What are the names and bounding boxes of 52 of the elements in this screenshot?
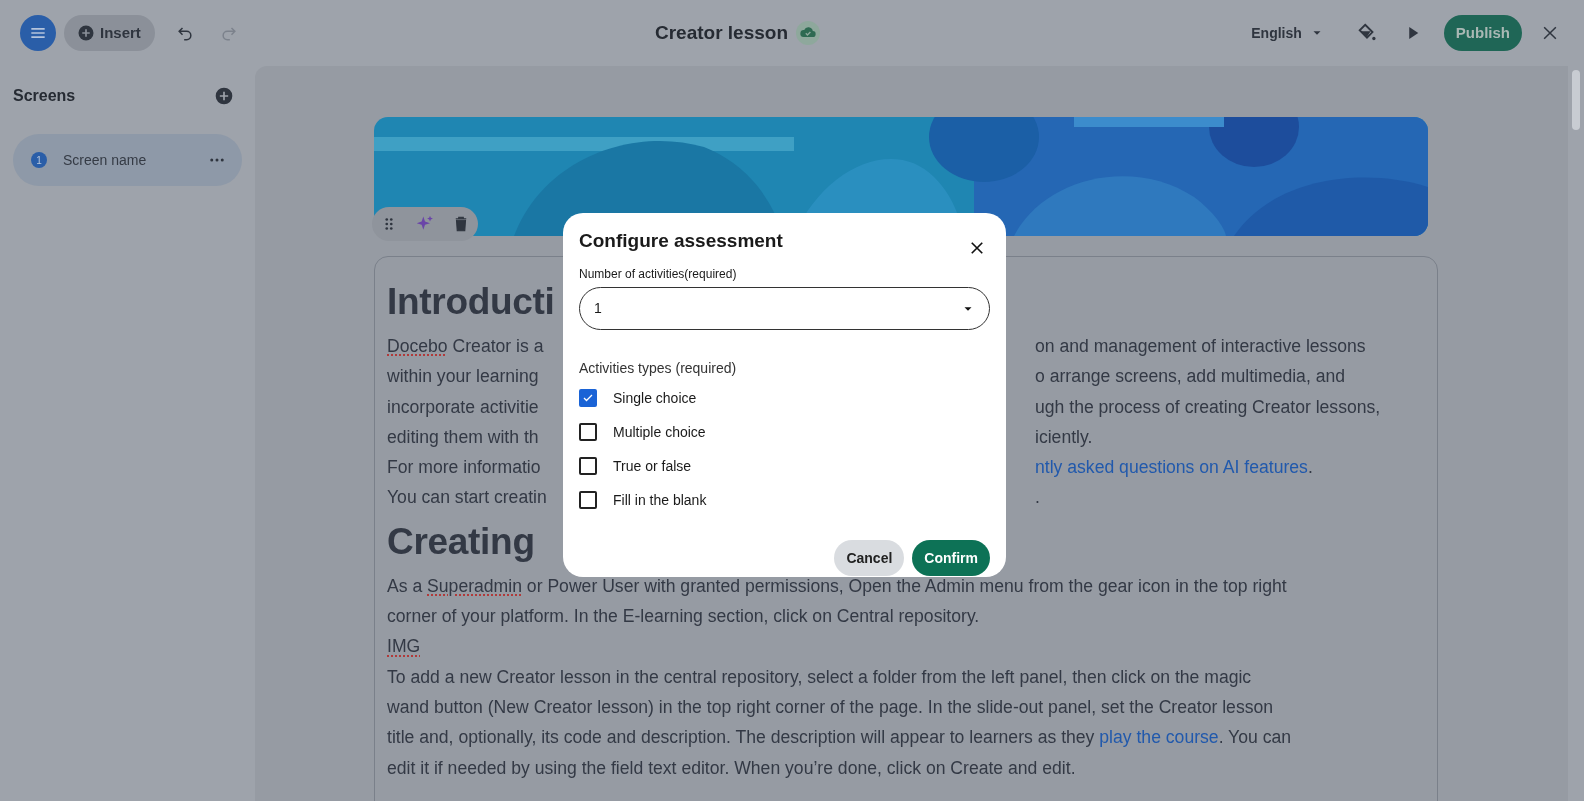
paragraph-line: within your learning bbox=[387, 365, 540, 389]
paragraph-line: IMG bbox=[387, 636, 421, 657]
checkbox-label: Multiple choice bbox=[613, 422, 706, 442]
paragraph-line: on and management of interactive lessons bbox=[1035, 335, 1367, 358]
checkbox[interactable] bbox=[579, 389, 597, 407]
paragraph-line: For more informatio bbox=[387, 456, 542, 480]
heading: Introducti bbox=[387, 280, 555, 324]
sidebar-title: Screens bbox=[13, 86, 76, 106]
screen-name: Screen name bbox=[63, 150, 148, 170]
paragraph-line: incorporate activitie bbox=[387, 395, 540, 419]
plus-circle-icon bbox=[76, 23, 96, 43]
field-label: Activities types (required) bbox=[579, 359, 738, 378]
paragraph-line: title and, optionally, its code and description. The description will appear to learners as they play the course. You can bbox=[387, 727, 1292, 748]
link[interactable]: ntly asked questions on AI features bbox=[1035, 457, 1308, 478]
paragraph-line: iciently. bbox=[1035, 425, 1094, 449]
paragraph-line: As a Superadmin or Power User with granted permissions, Open the Admin menu from the gear icon in the top right bbox=[387, 575, 1287, 596]
screen-number: 1 bbox=[31, 152, 47, 168]
paragraph-line: . bbox=[1035, 486, 1041, 510]
paragraph-line: You can start creatin bbox=[387, 486, 548, 510]
plus-circle-icon bbox=[214, 86, 234, 106]
checkbox-label: True or false bbox=[613, 456, 692, 476]
cancel-button[interactable]: Cancel bbox=[834, 540, 905, 576]
paragraph-line: o arrange screens, add multimedia, and bbox=[1035, 365, 1347, 389]
menu-button[interactable] bbox=[20, 15, 56, 51]
checkbox[interactable] bbox=[579, 491, 597, 509]
publish-button[interactable]: Publish bbox=[1443, 15, 1522, 51]
paragraph-line: corner of your platform. In the E-learning section, click on Central repository. bbox=[387, 606, 980, 627]
paragraph-line: ntly asked questions on AI features. bbox=[1035, 456, 1314, 480]
dialog-title: Configure assessment bbox=[579, 229, 783, 253]
select-value: 1 bbox=[594, 299, 602, 318]
cloud-check-icon bbox=[796, 21, 820, 45]
checkbox[interactable] bbox=[579, 423, 597, 441]
paragraph-line: edit it if needed by using the field text editor. When you’re done, click on Create and edit. bbox=[387, 757, 1076, 778]
paragraph-line: ugh the process of creating Creator lessons, bbox=[1035, 395, 1382, 419]
paragraph-line: wand button (New Creator lesson) in the top right corner of the page. In the slide-out panel, set the Creator lesson bbox=[387, 696, 1274, 717]
checkbox-label: Fill in the blank bbox=[613, 490, 707, 510]
checkmark-icon bbox=[582, 392, 594, 404]
field-label: Number of activities(required) bbox=[579, 266, 738, 283]
paragraph-line: To add a new Creator lesson in the central repository, select a folder from the left panel, then click on the magic bbox=[387, 666, 1252, 687]
heading: Creating bbox=[387, 519, 535, 564]
close-icon bbox=[968, 239, 986, 257]
language-dropdown[interactable]: English bbox=[1245, 21, 1330, 45]
paragraph-line: Docebo Creator is a bbox=[387, 335, 545, 358]
lesson-title: Creator lesson bbox=[654, 20, 788, 45]
link[interactable]: play the course bbox=[1099, 727, 1219, 748]
scrollbar[interactable] bbox=[1568, 66, 1584, 801]
checkbox[interactable] bbox=[579, 457, 597, 475]
confirm-button[interactable]: Confirm bbox=[912, 540, 990, 576]
paragraph-line: editing them with th bbox=[387, 425, 540, 449]
insert-button[interactable]: Insert bbox=[64, 15, 155, 51]
screen-item[interactable]: 1 Screen name bbox=[13, 134, 242, 186]
checkbox-label: Single choice bbox=[613, 388, 697, 408]
